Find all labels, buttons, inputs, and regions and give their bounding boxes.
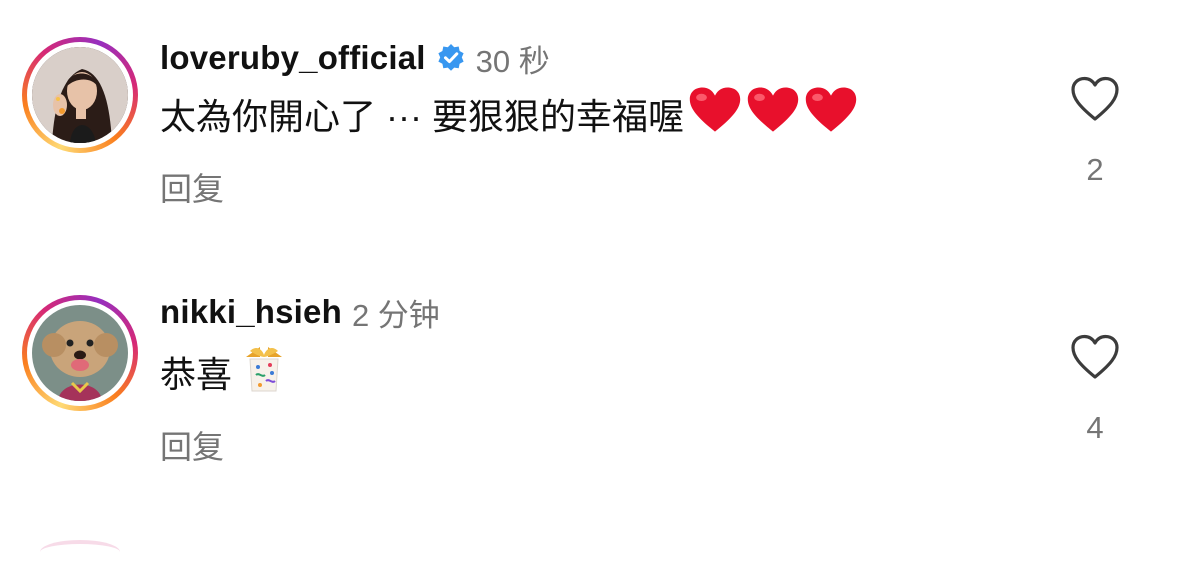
- reply-button[interactable]: 回复: [160, 164, 224, 210]
- reply-button[interactable]: 回复: [160, 422, 224, 468]
- comment-body: 太為你開心了 ··· 要狠狠的幸福喔: [160, 86, 858, 143]
- heart-emoji-icon: [804, 86, 858, 143]
- like-heart-icon[interactable]: [1070, 334, 1120, 380]
- heart-emoji-icon: [688, 86, 742, 143]
- comment-item: nikki_hsieh 2 分钟 恭喜 回复 4: [0, 250, 1178, 510]
- verified-badge-icon: [436, 43, 466, 73]
- story-ring[interactable]: [22, 37, 138, 153]
- comment-text: 恭喜: [160, 354, 233, 395]
- comment-time: 30 秒: [475, 43, 550, 79]
- portrait-avatar-icon: [32, 47, 128, 143]
- like-count: 2: [1086, 152, 1104, 187]
- comment-text: 太為你開心了 ··· 要狠狠的幸福喔: [160, 96, 684, 137]
- comment-header: nikki_hsieh 2 分钟: [160, 292, 440, 333]
- heart-emoji-icon: [746, 86, 800, 143]
- next-comment-avatar-edge: [40, 540, 120, 564]
- avatar[interactable]: [32, 47, 128, 143]
- comment-body: 恭喜: [160, 346, 292, 398]
- comment-header: loveruby_official 30 秒: [160, 38, 550, 79]
- story-ring[interactable]: [22, 295, 138, 411]
- confetti-emoji-icon: [236, 343, 292, 402]
- username[interactable]: loveruby_official: [160, 39, 426, 77]
- comment-time: 2 分钟: [351, 297, 440, 333]
- comment-item: loveruby_official 30 秒 太為你開心了 ··· 要狠狠的幸福…: [0, 0, 1178, 250]
- like-heart-icon[interactable]: [1070, 76, 1120, 122]
- username[interactable]: nikki_hsieh: [160, 293, 342, 331]
- avatar[interactable]: [32, 305, 128, 401]
- dog-avatar-icon: [32, 305, 128, 401]
- like-count: 4: [1086, 410, 1104, 445]
